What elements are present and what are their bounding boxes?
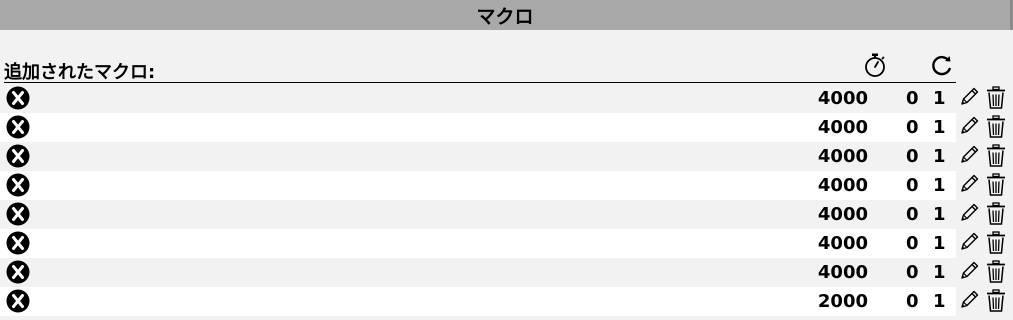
- macro-delay: 4000: [817, 262, 868, 283]
- macro-delay: 4000: [817, 175, 868, 196]
- stopwatch-icon: [865, 53, 885, 77]
- macro-repeat: 1: [933, 88, 946, 109]
- trash-icon[interactable]: [985, 115, 1007, 139]
- macro-count: 0: [906, 233, 919, 254]
- macro-count: 0: [906, 262, 919, 283]
- macro-list-header: 追加されたマクロ:: [0, 52, 960, 83]
- macro-count: 0: [906, 291, 919, 312]
- pencil-icon[interactable]: [958, 289, 980, 311]
- macro-row: 4000 0 1: [0, 171, 1005, 200]
- header-divider: [4, 82, 956, 83]
- trash-icon[interactable]: [985, 231, 1007, 255]
- remove-circle-x-icon[interactable]: [6, 144, 30, 168]
- macro-repeat: 1: [933, 262, 946, 283]
- trash-icon[interactable]: [985, 260, 1007, 284]
- macro-row: 4000 0 1: [0, 200, 1005, 229]
- macro-count: 0: [906, 88, 919, 109]
- macro-count: 0: [906, 204, 919, 225]
- macro-repeat: 1: [933, 233, 946, 254]
- trash-icon[interactable]: [985, 173, 1007, 197]
- macro-delay: 4000: [817, 88, 868, 109]
- repeat-icon: [932, 55, 952, 76]
- pencil-icon[interactable]: [958, 260, 980, 282]
- macro-count: 0: [906, 117, 919, 138]
- remove-circle-x-icon[interactable]: [6, 202, 30, 226]
- remove-circle-x-icon[interactable]: [6, 289, 30, 313]
- macro-row: 4000 0 1: [0, 84, 1005, 113]
- macro-repeat: 1: [933, 204, 946, 225]
- macro-row: 4000 0 1: [0, 229, 1005, 258]
- pencil-icon[interactable]: [958, 173, 980, 195]
- added-macros-label: 追加されたマクロ:: [4, 62, 156, 83]
- macro-delay: 4000: [817, 204, 868, 225]
- pencil-icon[interactable]: [958, 231, 980, 253]
- remove-circle-x-icon[interactable]: [6, 173, 30, 197]
- trash-icon[interactable]: [985, 202, 1007, 226]
- macro-count: 0: [906, 175, 919, 196]
- macro-repeat: 1: [933, 291, 946, 312]
- trash-icon[interactable]: [985, 86, 1007, 110]
- macro-count: 0: [906, 146, 919, 167]
- page-title: マクロ: [476, 5, 534, 28]
- macro-delay: 4000: [817, 146, 868, 167]
- remove-circle-x-icon[interactable]: [6, 260, 30, 284]
- remove-circle-x-icon[interactable]: [6, 115, 30, 139]
- pencil-icon[interactable]: [958, 86, 980, 108]
- trash-icon[interactable]: [985, 144, 1007, 168]
- remove-circle-x-icon[interactable]: [6, 86, 30, 110]
- title-bar: マクロ: [0, 0, 1013, 30]
- macro-row: 2000 0 1: [0, 287, 1005, 316]
- pencil-icon[interactable]: [958, 144, 980, 166]
- macro-delay: 4000: [817, 117, 868, 138]
- remove-circle-x-icon[interactable]: [6, 231, 30, 255]
- macro-list: 4000 0 1 4000 0 1 4000 0 1 4000 0 1 4000…: [0, 84, 1013, 316]
- macro-repeat: 1: [933, 175, 946, 196]
- macro-delay: 2000: [817, 291, 868, 312]
- macro-delay: 4000: [817, 233, 868, 254]
- trash-icon[interactable]: [985, 289, 1007, 313]
- pencil-icon[interactable]: [958, 202, 980, 224]
- pencil-icon[interactable]: [958, 115, 980, 137]
- macro-repeat: 1: [933, 146, 946, 167]
- macro-row: 4000 0 1: [0, 113, 1005, 142]
- macro-repeat: 1: [933, 117, 946, 138]
- macro-row: 4000 0 1: [0, 142, 1005, 171]
- macro-row: 4000 0 1: [0, 258, 1005, 287]
